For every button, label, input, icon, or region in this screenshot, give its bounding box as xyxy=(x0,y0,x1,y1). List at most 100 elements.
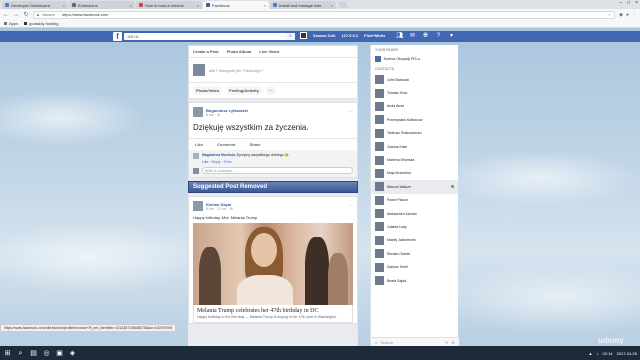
contact-item[interactable]: Pawel Placon xyxy=(371,194,458,207)
reload-icon[interactable]: ↻ xyxy=(23,11,29,18)
avatar[interactable] xyxy=(193,201,203,211)
chat-search[interactable]: ⌕ Search ✎ ⚙ xyxy=(371,337,459,346)
account-menu-icon[interactable]: ▾ xyxy=(448,33,455,40)
contact-item[interactable]: Dariusz Knell xyxy=(371,260,458,273)
tab-live-video[interactable]: Live Video xyxy=(259,49,279,54)
new-message-icon[interactable]: ✎ xyxy=(445,340,448,345)
bookmark-apps[interactable]: Apps xyxy=(4,21,18,26)
minimize-icon[interactable]: – xyxy=(619,0,622,6)
url-field[interactable]: 🔒︎ Secure | https://www.facebook.com ☆ xyxy=(33,10,616,19)
post-options-icon[interactable]: ··· xyxy=(348,109,353,115)
post-author[interactable]: Kishan Dayal xyxy=(206,202,233,207)
contact-item[interactable]: Jolanta Lady xyxy=(371,220,458,233)
chat-search-input[interactable]: Search xyxy=(380,340,393,345)
folder-icon[interactable]: ▤ xyxy=(29,349,38,358)
messages-icon[interactable]: ✉ xyxy=(409,33,416,40)
extension-icon[interactable]: ◆ xyxy=(619,12,623,18)
maximize-icon[interactable]: □ xyxy=(627,0,630,6)
facebook-search-input[interactable]: 1l9l l4t xyxy=(124,33,294,40)
bookmark-godaddy[interactable]: godaddy hosting xyxy=(24,21,58,26)
tab-close-icon[interactable]: × xyxy=(331,3,333,8)
photo-video-button[interactable]: Photo/Video xyxy=(193,86,223,95)
friend-requests-icon[interactable]: 👥︎ xyxy=(396,33,404,40)
more-options-button[interactable]: ··· xyxy=(265,86,276,95)
network-icon[interactable]: ▲ xyxy=(589,351,593,356)
comment-author[interactable]: Magdalena Muchula xyxy=(202,153,235,157)
app-icon[interactable]: ▣ xyxy=(55,349,64,358)
facebook-logo-icon[interactable]: f xyxy=(113,32,122,41)
tab-photo-album[interactable]: Photo Album xyxy=(227,49,252,54)
post-author[interactable]: Bogumiusz Lytkowski xyxy=(206,108,248,113)
tab-close-icon[interactable]: × xyxy=(264,3,266,8)
volume-icon[interactable]: ♪ xyxy=(597,351,599,356)
link-title: Melania Trump celebrates her 47th birthd… xyxy=(197,308,319,314)
composer-body[interactable]: albl7 hbcqqhf0 jbil. Pdzblcligz? xyxy=(189,58,357,82)
contact-item[interactable]: Joanna Kiste xyxy=(371,140,458,153)
contact-item[interactable]: Przemysław Kaliszcow xyxy=(371,113,458,126)
share-button[interactable]: Share xyxy=(249,142,260,147)
contact-item[interactable]: Maja Mucedina xyxy=(371,167,458,180)
help-icon[interactable]: ? xyxy=(435,33,442,40)
pages-header: YOUR PAGES xyxy=(375,48,399,52)
contact-name: Maciej Jastrzesmk xyxy=(387,238,416,243)
avatar xyxy=(375,209,384,219)
browser-tab[interactable]: How to host a chrome × xyxy=(136,1,202,9)
contact-item[interactable]: Marlena Wronska xyxy=(371,153,458,166)
nav-find-friends[interactable]: Find+Mhhs xyxy=(364,33,385,38)
contact-item[interactable]: John Barkacki xyxy=(371,73,458,86)
search-icon[interactable]: ⌕ xyxy=(286,33,295,40)
contact-item[interactable]: Tomasz Knia xyxy=(371,86,458,99)
forward-icon[interactable]: → xyxy=(13,12,19,18)
avatar[interactable] xyxy=(193,107,203,117)
contact-item[interactable]: Anda Anda xyxy=(371,100,458,113)
comments-section: Magdalena Muchula Życzymy wszystkiego do… xyxy=(189,150,357,177)
close-window-icon[interactable]: × xyxy=(635,0,638,6)
back-icon[interactable]: ← xyxy=(3,12,9,18)
feeling-activity-button[interactable]: Feeling/Activity xyxy=(226,86,262,95)
contact-item[interactable]: Tadeusz Rutkowszcko xyxy=(371,127,458,140)
write-comment-input[interactable]: Write a comment... xyxy=(202,167,353,174)
notifications-icon[interactable]: 🌐︎ xyxy=(422,33,429,40)
comment-button[interactable]: Comment xyxy=(217,142,235,147)
like-button[interactable]: Like xyxy=(195,142,203,147)
contact-item[interactable]: Aleksandra Janska xyxy=(371,207,458,220)
sidebar-page-item[interactable]: Komisz Okupacji PIS-u xyxy=(371,54,458,64)
photo-figure xyxy=(305,237,329,305)
settings-gear-icon[interactable]: ⚙ xyxy=(451,340,455,345)
bookmark-star-icon[interactable]: ☆ xyxy=(608,12,612,17)
post-options-icon[interactable]: ··· xyxy=(348,203,353,209)
new-tab-button[interactable] xyxy=(337,2,349,8)
nav-user-name[interactable]: Szaszu Crik xyxy=(313,33,335,38)
clock-time[interactable]: 02:14 xyxy=(603,351,613,356)
extension-icon[interactable]: ● xyxy=(626,12,629,18)
contact-item[interactable]: Maciej Jastrzesmk xyxy=(371,234,458,247)
avatar[interactable] xyxy=(300,32,307,39)
chrome-icon[interactable]: ◎ xyxy=(42,349,51,358)
comment-links[interactable]: Like · Reply · 3 hrs xyxy=(193,160,353,164)
search-icon[interactable]: ⌕ xyxy=(16,349,25,358)
browser-tab[interactable]: Developer Dashboard × xyxy=(2,1,68,9)
tab-close-icon[interactable]: × xyxy=(197,3,199,8)
tab-create-post[interactable]: Create a Post xyxy=(193,49,219,54)
clock-date[interactable]: 2017-04-26 xyxy=(617,351,637,356)
tab-close-icon[interactable]: × xyxy=(63,3,65,8)
watermark-logo: udemy xyxy=(598,336,624,345)
app-icon[interactable]: ◈ xyxy=(68,349,77,358)
bookmark-label: Apps xyxy=(9,21,19,26)
browser-tab-active[interactable]: Facebook × xyxy=(203,1,269,9)
extensions-area: ◆ ● ⋮ xyxy=(619,12,637,18)
contact-item[interactable]: Marcus Walcze xyxy=(371,180,458,194)
browser-tab[interactable]: Extensions × xyxy=(69,1,135,9)
avatar xyxy=(375,182,384,192)
browser-tab[interactable]: Install and manage exte × xyxy=(270,1,336,9)
avatar[interactable] xyxy=(193,153,199,159)
link-preview[interactable]: Melania Trump celebrates her 47th birthd… xyxy=(193,305,353,323)
contact-item[interactable]: Renata Osinek xyxy=(371,247,458,260)
nav-home[interactable]: 127.0.0.1 xyxy=(341,33,358,38)
contact-item[interactable]: Beata Sajda xyxy=(371,274,458,287)
post-photo[interactable] xyxy=(193,223,353,305)
tab-close-icon[interactable]: × xyxy=(130,3,132,8)
menu-icon[interactable]: ⋮ xyxy=(632,12,637,18)
start-icon[interactable]: ⊞ xyxy=(3,349,12,358)
contact-name: Jolanta Lady xyxy=(387,224,407,229)
